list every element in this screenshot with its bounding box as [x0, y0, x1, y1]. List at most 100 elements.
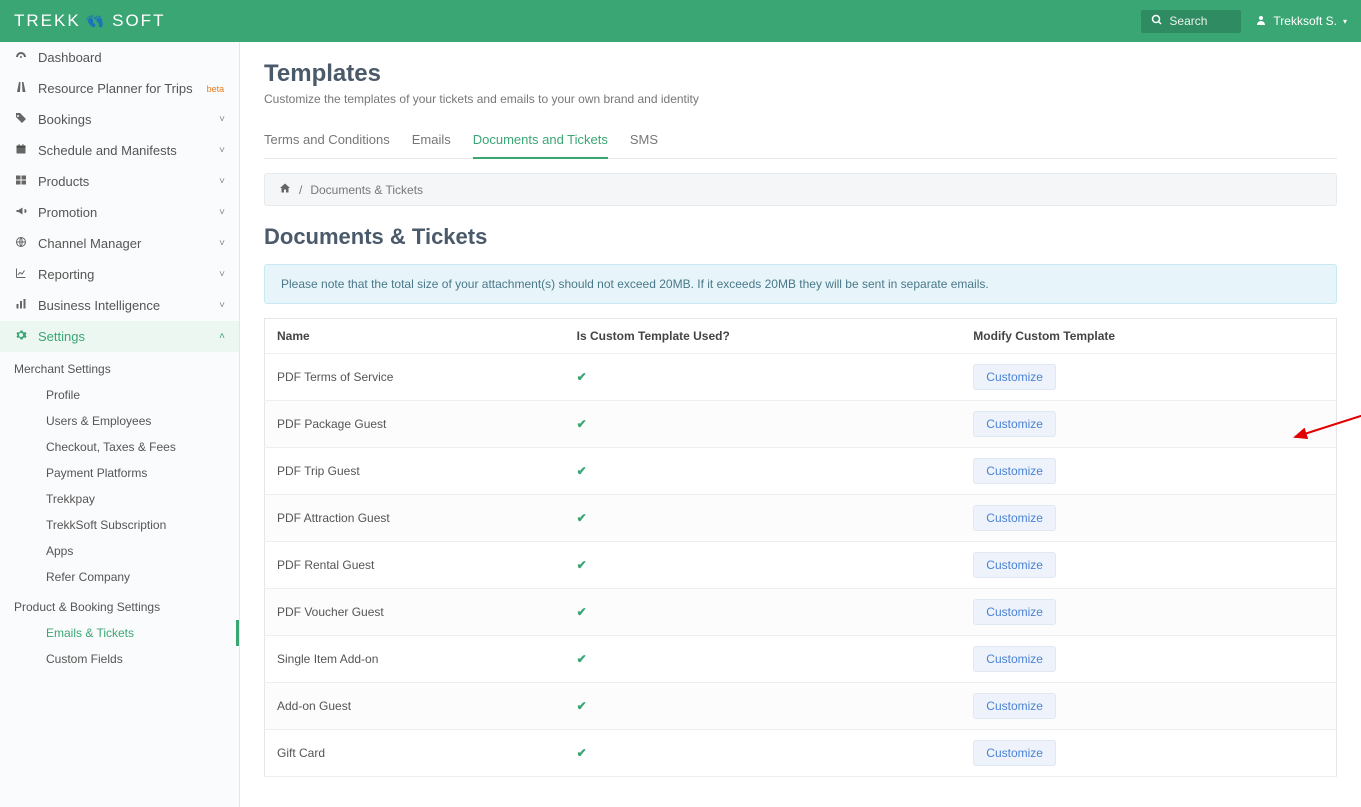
cell-modify: Customize — [961, 542, 1336, 589]
user-label: Trekksoft S. — [1273, 14, 1337, 28]
cell-name: PDF Trip Guest — [265, 448, 565, 495]
cell-custom: ✔ — [565, 636, 962, 683]
sidebar-item-dashboard[interactable]: Dashboard — [0, 42, 239, 73]
sidebar-item-label: Dashboard — [38, 50, 102, 65]
caret-down-icon: ▾ — [1343, 17, 1347, 26]
tab-sms[interactable]: SMS — [630, 124, 658, 158]
sidebar-item-label: Settings — [38, 329, 85, 344]
check-icon: ✔ — [577, 370, 587, 384]
sidebar-sub-refer-company[interactable]: Refer Company — [0, 564, 239, 590]
customize-button[interactable]: Customize — [973, 552, 1056, 578]
table-row: PDF Voucher Guest ✔ Customize — [265, 589, 1337, 636]
cell-custom: ✔ — [565, 354, 962, 401]
cell-modify: Customize — [961, 495, 1336, 542]
tab-documents-and-tickets[interactable]: Documents and Tickets — [473, 124, 608, 159]
search-input[interactable] — [1169, 14, 1229, 28]
cell-custom: ✔ — [565, 683, 962, 730]
table-row: PDF Rental Guest ✔ Customize — [265, 542, 1337, 589]
globe-icon — [14, 236, 28, 251]
sidebar-item-label: Reporting — [38, 267, 94, 282]
table-row: Single Item Add-on ✔ Customize — [265, 636, 1337, 683]
chart-line-icon — [14, 267, 28, 282]
col-name: Name — [265, 319, 565, 354]
bullhorn-icon — [14, 205, 28, 220]
sidebar-sub-users-employees[interactable]: Users & Employees — [0, 408, 239, 434]
cell-modify: Customize — [961, 730, 1336, 777]
search-box[interactable] — [1141, 10, 1241, 33]
table-row: PDF Terms of Service ✔ Customize — [265, 354, 1337, 401]
brand-name-b: SOFT — [112, 11, 165, 31]
info-notice: Please note that the total size of your … — [264, 264, 1337, 304]
customize-button[interactable]: Customize — [973, 693, 1056, 719]
sidebar-item-reporting[interactable]: Reporting ˅ — [0, 259, 239, 290]
sidebar-sub-apps[interactable]: Apps — [0, 538, 239, 564]
cell-modify: Customize — [961, 636, 1336, 683]
cell-custom: ✔ — [565, 448, 962, 495]
tab-emails[interactable]: Emails — [412, 124, 451, 158]
sidebar-item-label: Resource Planner for Trips — [38, 81, 193, 96]
sidebar-item-schedule-and-manifests[interactable]: Schedule and Manifests˅ — [0, 135, 239, 166]
breadcrumb-separator: / — [299, 183, 302, 197]
sidebar-sub-trekksoft-subscription[interactable]: TrekkSoft Subscription — [0, 512, 239, 538]
road-icon — [14, 81, 28, 96]
customize-button[interactable]: Customize — [973, 411, 1056, 437]
check-icon: ✔ — [577, 652, 587, 666]
tachometer-icon — [14, 50, 28, 65]
cell-name: PDF Attraction Guest — [265, 495, 565, 542]
chevron-down-icon: ˅ — [219, 145, 225, 156]
sidebar-sub-trekkpay[interactable]: Trekkpay — [0, 486, 239, 512]
check-icon: ✔ — [577, 464, 587, 478]
sidebar-item-promotion[interactable]: Promotion˅ — [0, 197, 239, 228]
tab-terms-and-conditions[interactable]: Terms and Conditions — [264, 124, 390, 158]
sidebar-item-channel-manager[interactable]: Channel Manager˅ — [0, 228, 239, 259]
sidebar-item-resource-planner-for-trips[interactable]: Resource Planner for Tripsbeta — [0, 73, 239, 104]
check-icon: ✔ — [577, 558, 587, 572]
cell-name: Single Item Add-on — [265, 636, 565, 683]
cell-custom: ✔ — [565, 401, 962, 448]
cell-name: PDF Rental Guest — [265, 542, 565, 589]
main-content: Templates Customize the templates of you… — [240, 42, 1361, 807]
cell-modify: Customize — [961, 683, 1336, 730]
footprint-icon: 👣 — [84, 9, 109, 33]
cell-name: PDF Package Guest — [265, 401, 565, 448]
sidebar-item-label: Channel Manager — [38, 236, 141, 251]
customize-button[interactable]: Customize — [973, 458, 1056, 484]
search-icon — [1151, 14, 1163, 29]
sidebar-sub-profile[interactable]: Profile — [0, 382, 239, 408]
sidebar-group-title: Product & Booking Settings — [0, 590, 239, 620]
col-modify: Modify Custom Template — [961, 319, 1336, 354]
sidebar-item-bookings[interactable]: Bookings˅ — [0, 104, 239, 135]
sidebar-sub-checkout-taxes-fees[interactable]: Checkout, Taxes & Fees — [0, 434, 239, 460]
customize-button[interactable]: Customize — [973, 505, 1056, 531]
customize-button[interactable]: Customize — [973, 599, 1056, 625]
chevron-down-icon: ˅ — [219, 269, 225, 280]
cell-name: PDF Voucher Guest — [265, 589, 565, 636]
cell-custom: ✔ — [565, 495, 962, 542]
cell-modify: Customize — [961, 589, 1336, 636]
sidebar-group-title: Merchant Settings — [0, 352, 239, 382]
home-icon[interactable] — [279, 182, 291, 197]
sidebar-item-business-intelligence[interactable]: Business Intelligence˅ — [0, 290, 239, 321]
chart-bar-icon — [14, 298, 28, 313]
check-icon: ✔ — [577, 605, 587, 619]
cell-custom: ✔ — [565, 542, 962, 589]
user-menu[interactable]: Trekksoft S. ▾ — [1255, 14, 1347, 29]
user-icon — [1255, 14, 1267, 29]
breadcrumb-current: Documents & Tickets — [310, 183, 423, 197]
th-icon — [14, 174, 28, 189]
sidebar-sub-custom-fields[interactable]: Custom Fields — [0, 646, 239, 672]
cell-name: Add-on Guest — [265, 683, 565, 730]
check-icon: ✔ — [577, 699, 587, 713]
customize-button[interactable]: Customize — [973, 740, 1056, 766]
sidebar-sub-payment-platforms[interactable]: Payment Platforms — [0, 460, 239, 486]
customize-button[interactable]: Customize — [973, 364, 1056, 390]
sidebar-sub-emails-tickets[interactable]: Emails & Tickets — [0, 620, 239, 646]
chevron-down-icon: ˅ — [219, 176, 225, 187]
cell-name: PDF Terms of Service — [265, 354, 565, 401]
sidebar-item-settings[interactable]: Settings˄ — [0, 321, 239, 352]
sidebar-item-products[interactable]: Products˅ — [0, 166, 239, 197]
check-icon: ✔ — [577, 511, 587, 525]
brand-logo[interactable]: TREKK 👣 SOFT — [14, 11, 165, 31]
customize-button[interactable]: Customize — [973, 646, 1056, 672]
table-row: PDF Package Guest✔ Customize — [265, 401, 1337, 448]
